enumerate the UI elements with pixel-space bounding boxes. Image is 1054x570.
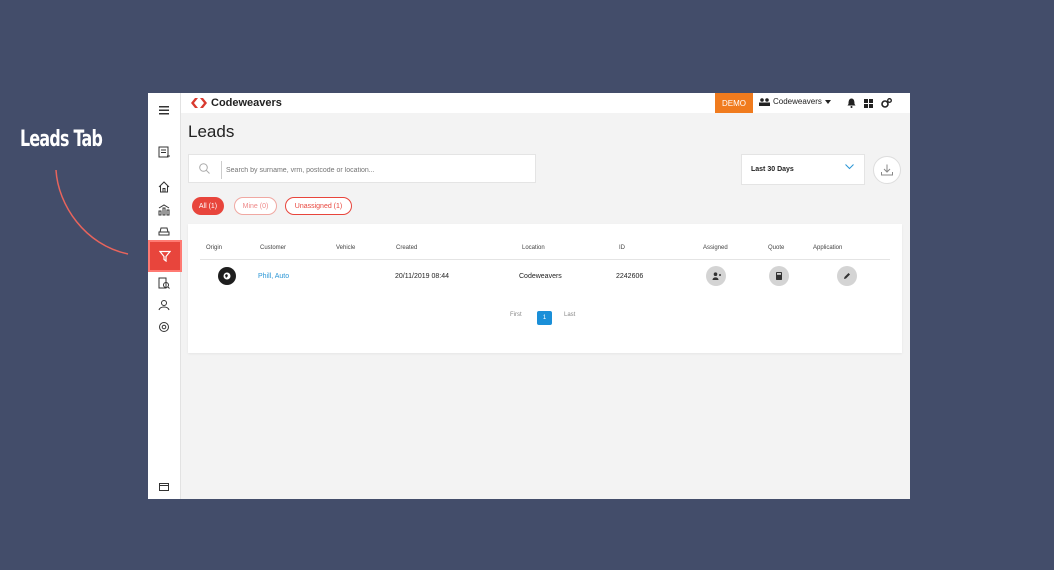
codeweavers-logo-icon bbox=[191, 98, 207, 108]
pencil-icon bbox=[844, 273, 850, 279]
sidebar bbox=[148, 93, 182, 499]
assign-user-button[interactable] bbox=[706, 266, 726, 286]
created-cell: 20/11/2019 08:44 bbox=[395, 273, 449, 280]
col-quote: Quote bbox=[768, 245, 785, 251]
users-icon bbox=[759, 98, 770, 106]
sidebar-item-leads[interactable] bbox=[148, 240, 182, 272]
sidebar-item-search-docs[interactable] bbox=[154, 273, 174, 293]
sidebar-item-settings[interactable] bbox=[154, 317, 174, 337]
logo-text: Codeweavers bbox=[211, 97, 282, 109]
col-application: Application bbox=[813, 245, 843, 251]
env-badge: DEMO bbox=[715, 93, 753, 113]
gears-icon[interactable] bbox=[880, 97, 892, 109]
col-created: Created bbox=[396, 245, 418, 251]
sidebar-item-home[interactable] bbox=[154, 177, 174, 197]
search-input[interactable] bbox=[221, 161, 528, 179]
caret-down-icon bbox=[824, 99, 831, 104]
sidebar-item-new-lead[interactable] bbox=[154, 142, 174, 162]
app-window: Codeweavers DEMO Codeweavers Leads Last … bbox=[148, 93, 910, 499]
download-button[interactable] bbox=[873, 156, 901, 184]
grid-icon[interactable] bbox=[862, 97, 874, 109]
customer-link[interactable]: Phill, Auto bbox=[258, 273, 289, 280]
date-range-value: Last 30 Days bbox=[751, 166, 794, 173]
account-name: Codeweavers bbox=[773, 97, 822, 106]
filter-all[interactable]: All (1) bbox=[192, 197, 224, 215]
col-assigned: Assigned bbox=[703, 245, 728, 251]
filter-mine[interactable]: Mine (0) bbox=[234, 197, 277, 215]
col-vehicle: Vehicle bbox=[336, 245, 356, 251]
funnel-icon bbox=[159, 250, 171, 262]
menu-icon[interactable] bbox=[154, 100, 174, 120]
pagination-page-1[interactable]: 1 bbox=[537, 311, 552, 325]
col-id: ID bbox=[619, 245, 625, 251]
account-menu[interactable]: Codeweavers bbox=[759, 97, 831, 106]
search-box bbox=[188, 154, 536, 183]
search-icon bbox=[199, 163, 210, 174]
bell-icon[interactable] bbox=[845, 97, 857, 109]
top-bar: Codeweavers DEMO Codeweavers bbox=[181, 93, 910, 113]
sidebar-item-vehicles[interactable] bbox=[154, 221, 174, 241]
chevron-down-icon bbox=[845, 164, 854, 170]
application-edit-button[interactable] bbox=[837, 266, 857, 286]
window-icon[interactable] bbox=[154, 477, 174, 497]
filter-unassigned[interactable]: Unassigned (1) bbox=[285, 197, 352, 215]
sidebar-item-dashboard[interactable] bbox=[154, 200, 174, 220]
page-title: Leads bbox=[188, 122, 235, 141]
user-plus-icon bbox=[712, 272, 721, 280]
date-range-select[interactable]: Last 30 Days bbox=[741, 154, 865, 185]
header-divider bbox=[200, 259, 890, 260]
col-customer: Customer bbox=[260, 245, 287, 251]
quote-button[interactable] bbox=[769, 266, 789, 286]
origin-globe-icon bbox=[218, 267, 236, 285]
pagination-last[interactable]: Last bbox=[564, 312, 575, 318]
sidebar-item-customers[interactable] bbox=[154, 295, 174, 315]
id-cell: 2242606 bbox=[616, 273, 644, 280]
pagination-first[interactable]: First bbox=[510, 312, 522, 318]
leads-table-card: Origin Customer Vehicle Created Location… bbox=[188, 224, 902, 353]
logo[interactable]: Codeweavers bbox=[191, 96, 282, 110]
location-cell: Codeweavers bbox=[519, 273, 562, 280]
col-location: Location bbox=[522, 245, 545, 251]
col-origin: Origin bbox=[206, 245, 223, 251]
download-icon bbox=[881, 164, 893, 176]
calculator-icon bbox=[776, 272, 782, 280]
